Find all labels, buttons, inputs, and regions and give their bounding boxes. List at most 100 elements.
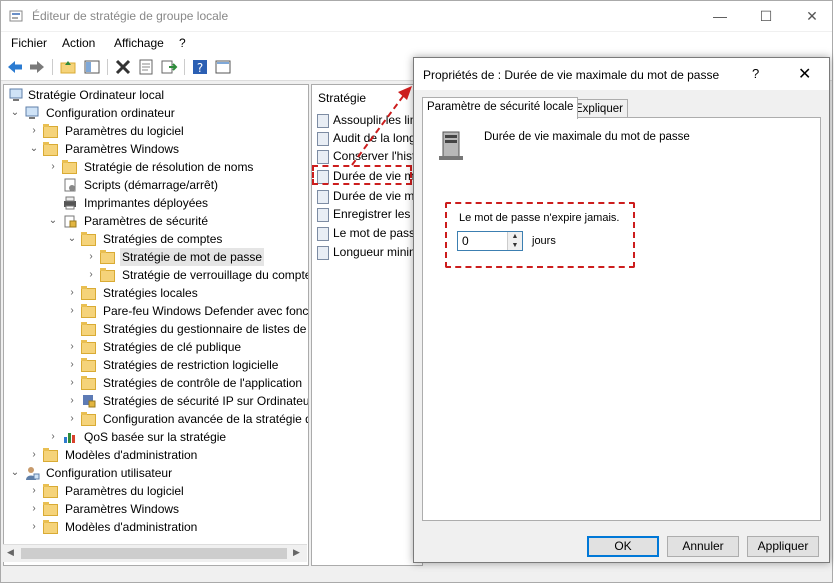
- policy-label: Durée de vie minimale: [333, 189, 422, 203]
- folder-lock-icon: [100, 267, 116, 283]
- menu-help[interactable]: ?: [179, 36, 186, 50]
- expand-arrow-icon[interactable]: ›: [86, 266, 96, 284]
- never-expire-label: Le mot de passe n'expire jamais.: [459, 212, 620, 224]
- policy-label: Le mot de passe doit: [333, 226, 422, 240]
- days-stepper[interactable]: 0 ▲ ▼: [457, 231, 523, 251]
- tree-node-label: Configuration avancée de la stratégie d'…: [103, 412, 308, 426]
- computer-icon: [9, 88, 23, 101]
- menu-affichage[interactable]: Affichage: [114, 36, 164, 50]
- expand-arrow-icon[interactable]: ⌄: [48, 212, 58, 230]
- list-item[interactable]: Conserver l'historique: [317, 147, 422, 165]
- tree-node-label: Modèles d'administration: [65, 520, 198, 534]
- tree-node-label: Paramètres de sécurité: [84, 214, 209, 228]
- tree-horizontal-scrollbar[interactable]: ◀ ▶: [3, 544, 307, 562]
- gpedit-icon: [9, 10, 23, 22]
- tab-explain[interactable]: Expliquer: [570, 99, 628, 118]
- tree-node-label: Stratégies de clé publique: [103, 340, 242, 354]
- chevron-up-icon[interactable]: ▲: [508, 232, 522, 241]
- folder-lock-icon: [81, 231, 97, 247]
- expand-arrow-icon[interactable]: ›: [29, 500, 39, 518]
- scroll-left-icon[interactable]: ◀: [7, 547, 14, 558]
- tree-node-label: Stratégies du gestionnaire de listes de …: [103, 322, 308, 336]
- expand-arrow-icon[interactable]: ›: [67, 374, 77, 392]
- folder-icon: [43, 141, 59, 157]
- toolbar-separator: [107, 59, 108, 75]
- list-item[interactable]: Longueur minimale: [317, 243, 422, 261]
- expand-arrow-icon[interactable]: ›: [67, 284, 77, 302]
- chevron-down-icon[interactable]: ▼: [508, 241, 522, 250]
- list-item[interactable]: Enregistrer les mots: [317, 205, 422, 223]
- policy-list-pane[interactable]: Stratégie Assouplir les limites Audit de…: [311, 84, 423, 566]
- window-title: Éditeur de stratégie de groupe locale: [32, 9, 229, 23]
- expand-arrow-icon[interactable]: ›: [67, 302, 77, 320]
- toolbar-separator: [52, 59, 53, 75]
- days-value[interactable]: 0: [462, 234, 469, 248]
- scroll-right-icon[interactable]: ▶: [293, 547, 300, 558]
- list-item[interactable]: Durée de vie minimale: [317, 187, 422, 205]
- tree-node-label: Stratégies de comptes: [103, 232, 223, 246]
- menu-bar: Fichier Action Affichage ?: [1, 32, 832, 54]
- list-item[interactable]: Le mot de passe doit: [317, 224, 422, 242]
- ok-button[interactable]: OK: [587, 536, 659, 557]
- scrollbar-thumb[interactable]: [21, 548, 287, 559]
- expand-arrow-icon[interactable]: ›: [29, 518, 39, 536]
- minimize-button[interactable]: —: [697, 1, 743, 31]
- forward-arrow-icon[interactable]: [28, 58, 46, 76]
- expand-arrow-icon[interactable]: ›: [67, 392, 77, 410]
- menu-fichier[interactable]: Fichier: [11, 36, 47, 50]
- tree-node-label: Stratégie de mot de passe: [120, 248, 265, 266]
- expand-arrow-icon[interactable]: ›: [67, 410, 77, 428]
- properties-dialog: Propriétés de : Durée de vie maximale du…: [413, 57, 830, 563]
- folder-icon: [81, 339, 97, 355]
- policy-icon: [317, 207, 329, 222]
- days-unit-label: jours: [532, 235, 556, 247]
- close-button[interactable]: ✕: [789, 1, 834, 31]
- policy-name: Durée de vie maximale du mot de passe: [484, 131, 690, 143]
- cancel-button[interactable]: Annuler: [667, 536, 739, 557]
- policy-label: Longueur minimale: [333, 245, 422, 259]
- dialog-title-bar: Propriétés de : Durée de vie maximale du…: [414, 58, 829, 90]
- expand-arrow-icon[interactable]: ›: [86, 248, 96, 266]
- expand-arrow-icon[interactable]: ⌄: [10, 104, 20, 122]
- help-icon[interactable]: ?: [191, 58, 209, 76]
- properties-icon[interactable]: [137, 58, 155, 76]
- export-list-icon[interactable]: [160, 58, 178, 76]
- tree-pane[interactable]: Stratégie Ordinateur local ⌄ Configurati…: [3, 84, 309, 566]
- stepper-buttons[interactable]: ▲ ▼: [507, 232, 522, 250]
- tree-node-label: Modèles d'administration: [65, 448, 198, 462]
- expand-arrow-icon[interactable]: ›: [48, 158, 58, 176]
- expand-arrow-icon[interactable]: ⌄: [67, 230, 77, 248]
- up-folder-icon[interactable]: [59, 58, 77, 76]
- list-item[interactable]: Audit de la longueur: [317, 129, 422, 147]
- expand-arrow-icon[interactable]: ›: [67, 356, 77, 374]
- expand-arrow-icon[interactable]: ›: [29, 482, 39, 500]
- expand-arrow-icon[interactable]: ›: [48, 428, 58, 446]
- show-hide-tree-icon[interactable]: [83, 58, 101, 76]
- expand-arrow-icon[interactable]: ⌄: [10, 464, 20, 482]
- tree-node-label: Scripts (démarrage/arrêt): [84, 178, 219, 192]
- dialog-help-button[interactable]: ?: [752, 66, 759, 81]
- list-item[interactable]: Assouplir les limites: [317, 111, 422, 129]
- column-header-strategie[interactable]: Stratégie: [318, 91, 366, 105]
- tab-local-security-setting[interactable]: Paramètre de sécurité locale: [422, 97, 579, 119]
- dialog-title: Propriétés de : Durée de vie maximale du…: [423, 68, 720, 82]
- back-arrow-icon[interactable]: [6, 58, 24, 76]
- tree-node-label: Imprimantes déployées: [84, 196, 209, 210]
- expand-arrow-icon[interactable]: ›: [29, 446, 39, 464]
- view-icon[interactable]: [214, 58, 232, 76]
- tree-node-label: Paramètres Windows: [65, 142, 180, 156]
- script-icon: [64, 178, 76, 192]
- printer-icon: [64, 196, 76, 210]
- menu-action[interactable]: Action: [62, 36, 95, 50]
- expand-arrow-icon[interactable]: ›: [67, 338, 77, 356]
- folder-icon: [43, 483, 59, 499]
- tree-node-label: QoS basée sur la stratégie: [84, 430, 227, 444]
- expand-arrow-icon[interactable]: ⌄: [29, 140, 39, 158]
- tree-node-label: Paramètres du logiciel: [65, 484, 184, 498]
- delete-icon[interactable]: [114, 58, 132, 76]
- expand-arrow-icon[interactable]: ›: [29, 122, 39, 140]
- apply-button[interactable]: Appliquer: [747, 536, 819, 557]
- dialog-close-button[interactable]: ✕: [798, 64, 811, 84]
- expand-arrow-icon: [48, 176, 58, 194]
- maximize-button[interactable]: ☐: [743, 1, 789, 31]
